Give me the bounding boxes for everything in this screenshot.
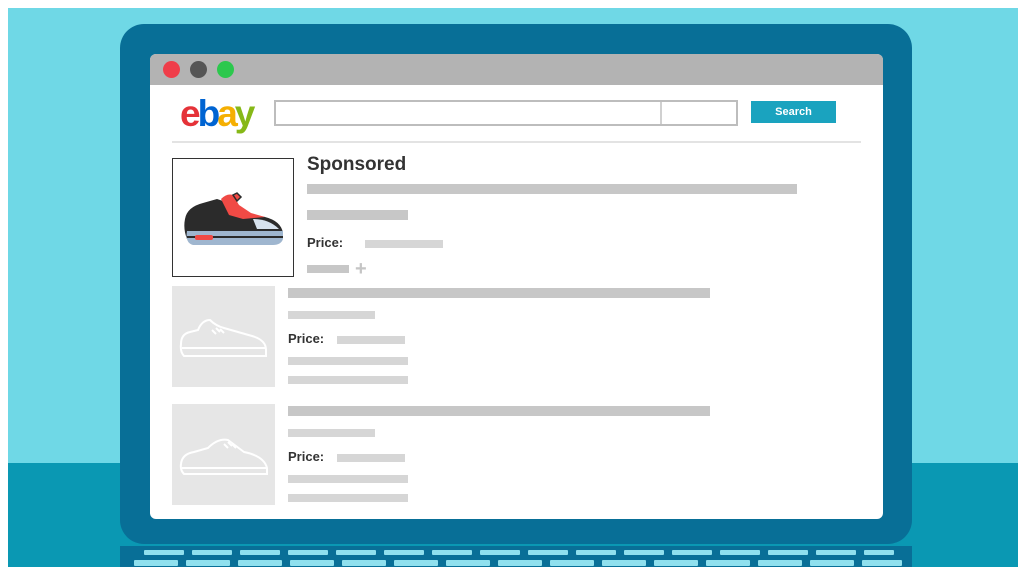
product-image[interactable] <box>172 286 275 387</box>
sneaker-outline-icon <box>179 438 268 475</box>
search-category-divider <box>660 102 662 124</box>
close-window-button[interactable] <box>163 61 180 78</box>
detail-placeholder-bar <box>288 475 408 483</box>
sneaker-outline-icon <box>179 318 267 357</box>
sponsored-product-image[interactable] <box>172 158 294 277</box>
search-input[interactable] <box>274 100 738 126</box>
plus-icon[interactable]: + <box>355 259 367 279</box>
subtitle-placeholder-bar <box>288 429 375 437</box>
ebay-logo[interactable]: ebay <box>180 92 255 136</box>
product-image[interactable] <box>172 404 275 505</box>
search-button[interactable]: Search <box>751 101 836 123</box>
illustration-scene: ebay Search Sponsored Price: + Price: Pr… <box>0 0 1022 567</box>
meta-placeholder-bar <box>307 265 349 273</box>
price-label: Price: <box>307 235 344 250</box>
subtitle-placeholder-bar <box>288 311 375 319</box>
price-label: Price: <box>288 449 325 464</box>
detail-placeholder-bar <box>288 494 408 502</box>
laptop-keyboard <box>120 546 912 567</box>
browser-window: ebay Search Sponsored Price: + Price: Pr… <box>150 54 883 519</box>
title-placeholder-bar[interactable] <box>288 288 710 298</box>
price-placeholder-bar <box>365 240 443 248</box>
header-divider <box>172 141 861 143</box>
maximize-window-button[interactable] <box>217 61 234 78</box>
sponsored-badge: Sponsored <box>307 154 407 175</box>
minimize-window-button[interactable] <box>190 61 207 78</box>
title-placeholder-bar[interactable] <box>307 184 797 194</box>
browser-titlebar <box>150 54 883 85</box>
sneaker-icon <box>184 192 283 245</box>
title-placeholder-bar[interactable] <box>288 406 710 416</box>
price-label: Price: <box>288 331 325 346</box>
price-placeholder-bar <box>337 454 405 462</box>
price-placeholder-bar <box>337 336 405 344</box>
detail-placeholder-bar <box>288 357 408 365</box>
subtitle-placeholder-bar <box>307 210 408 220</box>
detail-placeholder-bar <box>288 376 408 384</box>
